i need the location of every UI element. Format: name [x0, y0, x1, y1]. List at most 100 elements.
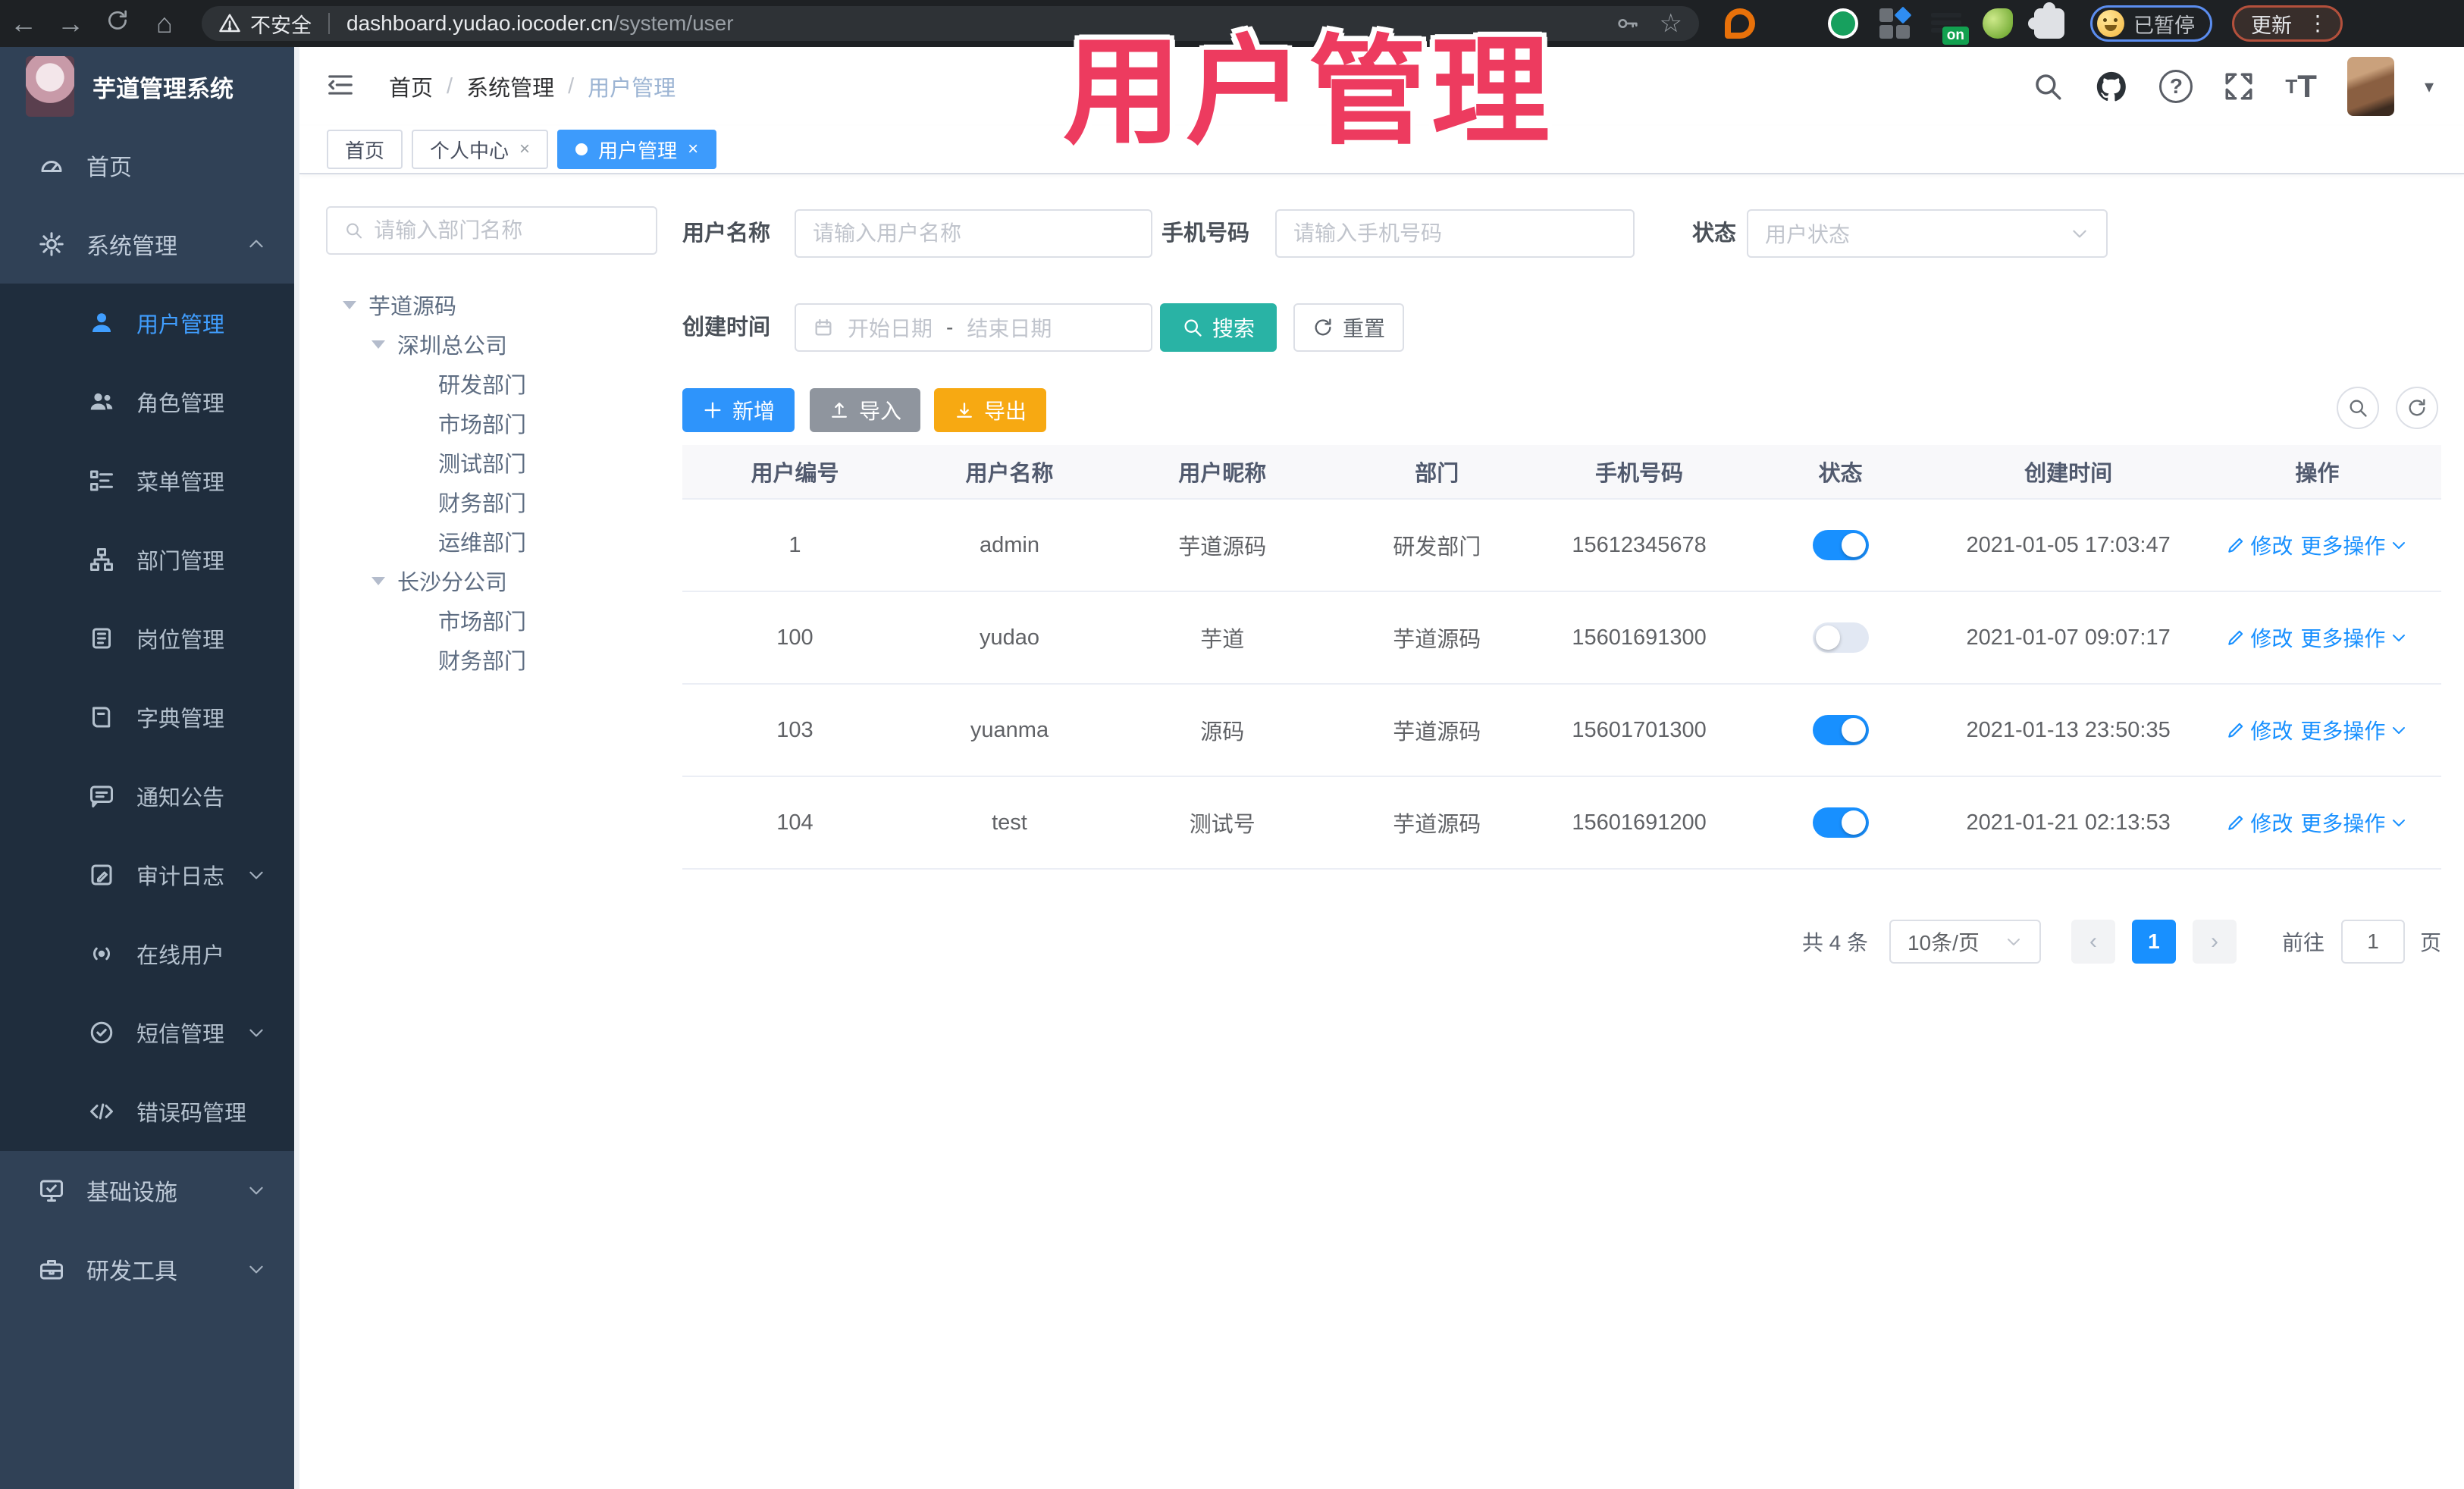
sidebar-item-notice[interactable]: 通知公告: [0, 757, 299, 835]
help-icon[interactable]: ?: [2159, 70, 2193, 103]
sidebar-item-sms-mgmt[interactable]: 短信管理: [0, 993, 299, 1072]
mobile-input[interactable]: [1293, 221, 1616, 246]
tab-user-mgmt[interactable]: 用户管理 ×: [557, 130, 717, 169]
breadcrumb-system[interactable]: 系统管理: [466, 71, 554, 102]
close-icon[interactable]: ×: [688, 139, 698, 160]
next-page-button[interactable]: ›: [2192, 920, 2237, 964]
sidebar-item-role-mgmt[interactable]: 角色管理: [0, 362, 299, 441]
browser-profile-chip[interactable]: 已暂停: [2090, 5, 2212, 42]
font-size-icon[interactable]: TT: [2285, 68, 2317, 105]
status-select[interactable]: 用户状态: [1747, 209, 2108, 258]
extension-grid-icon[interactable]: [1879, 6, 1912, 39]
goto-page-input[interactable]: [2340, 920, 2405, 964]
browser-update-button[interactable]: 更新 ⋮: [2232, 5, 2343, 42]
tree-node-dept[interactable]: 研发部门: [326, 364, 660, 403]
caret-down-icon[interactable]: [371, 577, 385, 592]
sidebar-item-user-mgmt[interactable]: 用户管理: [0, 284, 299, 362]
reload-icon[interactable]: [94, 8, 141, 39]
header-search-icon[interactable]: [2032, 71, 2064, 102]
logo-title: 芋道管理系统: [92, 75, 234, 102]
security-chip[interactable]: 不安全: [218, 9, 312, 39]
tree-node-dept[interactable]: 财务部门: [326, 482, 660, 522]
dept-search-input-wrap: [326, 206, 657, 255]
active-dot: [575, 143, 588, 155]
edit-link[interactable]: 修改: [2226, 530, 2293, 560]
more-actions-link[interactable]: 更多操作: [2300, 807, 2408, 838]
sidebar-item-error-code[interactable]: 错误码管理: [0, 1072, 299, 1151]
forward-icon[interactable]: →: [47, 8, 94, 39]
tree-node-dept[interactable]: 市场部门: [326, 600, 660, 640]
extension-gem-icon[interactable]: [1776, 8, 1807, 39]
caret-down-icon[interactable]: [343, 301, 356, 316]
tree-node-dept[interactable]: 市场部门: [326, 403, 660, 443]
extension-ublock-icon[interactable]: [1725, 8, 1755, 39]
breadcrumb-home[interactable]: 首页: [389, 71, 433, 102]
add-button[interactable]: 新增: [682, 388, 795, 432]
tab-home[interactable]: 首页: [327, 130, 403, 169]
edit-link[interactable]: 修改: [2226, 622, 2293, 653]
tree-node-root[interactable]: 芋道源码: [326, 285, 660, 324]
hamburger-icon[interactable]: [324, 71, 357, 103]
home-icon[interactable]: ⌂: [141, 8, 188, 39]
sidebar-item-system[interactable]: 系统管理: [0, 205, 299, 284]
sidebar-item-home[interactable]: 首页: [0, 126, 299, 205]
toggle-search-button[interactable]: [2337, 387, 2379, 429]
status-toggle[interactable]: [1812, 622, 1869, 653]
table-row: 103 yuanma 源码 芋道源码 15601701300 2021-01-1…: [682, 685, 2441, 777]
sidebar-logo[interactable]: 芋道管理系统: [0, 47, 299, 126]
close-icon[interactable]: ×: [519, 139, 530, 160]
tree-node-company[interactable]: 深圳总公司: [326, 324, 660, 364]
table-row: 100 yudao 芋道 芋道源码 15601691300 2021-01-07…: [682, 592, 2441, 685]
more-actions-link[interactable]: 更多操作: [2300, 622, 2408, 653]
import-button[interactable]: 导入: [810, 388, 920, 432]
sidebar-item-dev-tools[interactable]: 研发工具: [0, 1230, 299, 1309]
fullscreen-icon[interactable]: [2223, 71, 2255, 102]
dept-search-input[interactable]: [374, 218, 639, 243]
app-header: 首页 / 系统管理 / 用户管理 ? TT ▾: [299, 47, 2464, 126]
password-key-icon[interactable]: [1616, 11, 1640, 36]
extension-green-icon[interactable]: [1828, 8, 1858, 39]
back-icon[interactable]: ←: [0, 8, 47, 39]
sidebar-item-online-users[interactable]: 在线用户: [0, 914, 299, 993]
status-toggle[interactable]: [1812, 715, 1869, 745]
sidebar-item-infrastructure[interactable]: 基础设施: [0, 1151, 299, 1230]
avatar[interactable]: [2346, 57, 2394, 116]
extension-leaf-icon[interactable]: [1983, 8, 2013, 39]
username-input[interactable]: [813, 221, 1134, 246]
status-toggle[interactable]: [1812, 807, 1869, 838]
extension-tasks-icon[interactable]: on: [1931, 8, 1969, 45]
edit-link[interactable]: 修改: [2226, 807, 2293, 838]
more-actions-link[interactable]: 更多操作: [2300, 530, 2408, 560]
export-button[interactable]: 导出: [934, 388, 1046, 432]
tree-node-dept[interactable]: 运维部门: [326, 522, 660, 561]
sidebar-item-dict-mgmt[interactable]: 字典管理: [0, 678, 299, 757]
extensions-puzzle-icon[interactable]: [2028, 2, 2064, 39]
sidebar-item-post-mgmt[interactable]: 岗位管理: [0, 599, 299, 678]
search-button[interactable]: 搜索: [1160, 303, 1277, 352]
sidebar-item-menu-mgmt[interactable]: 菜单管理: [0, 441, 299, 520]
address-bar[interactable]: 不安全 dashboard.yudao.iocoder.cn/system/us…: [202, 6, 1699, 41]
page-size-select[interactable]: 10条/页: [1889, 920, 2041, 964]
browser-menu-icon[interactable]: ⋮: [2307, 13, 2328, 34]
system-submenu: 用户管理 角色管理 菜单管理 部门管理 岗位管理 字典管理 通知公告 审计日志: [0, 284, 299, 1151]
tree-node-company[interactable]: 长沙分公司: [326, 561, 660, 600]
prev-page-button[interactable]: ‹: [2071, 920, 2115, 964]
tree-node-dept[interactable]: 测试部门: [326, 443, 660, 482]
tree-node-dept[interactable]: 财务部门: [326, 640, 660, 679]
more-actions-link[interactable]: 更多操作: [2300, 715, 2408, 745]
refresh-table-button[interactable]: [2396, 387, 2438, 429]
sidebar-item-dept-mgmt[interactable]: 部门管理: [0, 520, 299, 599]
github-icon[interactable]: [2094, 69, 2129, 104]
caret-down-icon[interactable]: [371, 340, 385, 356]
avatar-caret-icon[interactable]: ▾: [2425, 76, 2434, 98]
tab-profile[interactable]: 个人中心 ×: [412, 130, 549, 169]
status-toggle[interactable]: [1812, 530, 1869, 560]
edit-link[interactable]: 修改: [2226, 715, 2293, 745]
chevron-down-icon: [2007, 939, 2020, 945]
date-range-picker[interactable]: 开始日期 - 结束日期: [795, 303, 1152, 352]
page-1-button[interactable]: 1: [2131, 920, 2176, 964]
bookmark-star-icon[interactable]: ☆: [1660, 8, 1682, 39]
profile-paused-label: 已暂停: [2133, 14, 2195, 37]
sidebar-item-audit-log[interactable]: 审计日志: [0, 835, 299, 914]
reset-button[interactable]: 重置: [1293, 303, 1404, 352]
